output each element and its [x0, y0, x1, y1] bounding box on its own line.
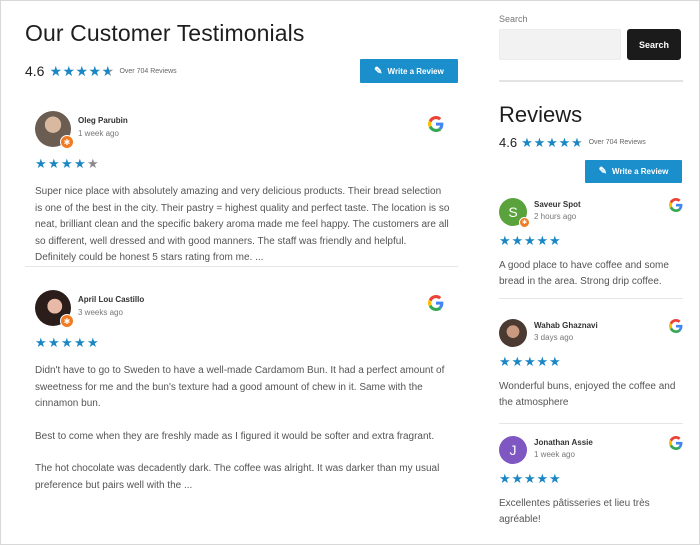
star-icon: ★ — [521, 135, 533, 150]
star-icon: ★ — [35, 156, 47, 171]
star-icon: ★ — [61, 156, 73, 171]
star-icon: ★ — [558, 135, 571, 150]
reviewer-name[interactable]: Jonathan Assie — [534, 438, 593, 447]
star-icon: ★ — [87, 335, 99, 350]
review-time: 1 week ago — [534, 450, 575, 459]
star-icon: ★ — [546, 135, 558, 150]
pencil-icon: ✎ — [374, 65, 383, 77]
review-paragraph: The hot chocolate was decadently dark. T… — [35, 463, 440, 491]
sidebar-average-rating: 4.6 — [499, 135, 518, 150]
star-icon: ★ — [48, 156, 60, 171]
avatar: ✱ — [35, 111, 74, 149]
write-review-label: Write a Review — [387, 66, 444, 76]
review-stars: ★ ★ ★ ★ ★ — [35, 336, 100, 349]
sidebar-review-divider — [499, 298, 683, 299]
review-text: Didn't have to go to Sweden to have a we… — [35, 363, 450, 494]
review-text: Wonderful buns, enjoyed the coffee and t… — [499, 381, 676, 408]
main-column: Our Customer Testimonials 4.6 ★ ★ ★ ★ ★ Over… — [25, 20, 458, 83]
star-icon: ★ — [62, 63, 76, 79]
page-title: Our Customer Testimonials — [25, 20, 305, 46]
star-icon: ★ — [549, 354, 561, 369]
reviewer-name[interactable]: Oleg Parubin — [78, 116, 128, 125]
star-icon: ★ — [74, 335, 86, 350]
star-icon: ★ — [61, 335, 73, 350]
google-icon[interactable] — [669, 436, 683, 450]
star-icon: ★ — [549, 233, 561, 248]
sidebar-review-count: Over 704 Reviews — [588, 139, 646, 146]
search-label: Search — [499, 14, 528, 24]
reviewer-name[interactable]: April Lou Castillo — [78, 295, 144, 304]
local-guide-badge-icon: ✱ — [60, 314, 74, 328]
review-stars: ★ ★ ★ ★ ★ — [499, 234, 562, 247]
rating-summary: 4.6 ★ ★ ★ ★ ★ Over 704 Reviews — [25, 63, 177, 79]
google-icon[interactable] — [428, 116, 444, 132]
write-review-label: Write a Review — [612, 167, 669, 176]
star-icon: ★ — [49, 63, 63, 79]
star-icon: ★ — [524, 471, 536, 486]
star-icon: ★ — [499, 233, 511, 248]
star-icon: ★ — [87, 156, 99, 171]
search-input[interactable] — [499, 29, 621, 60]
avatar — [499, 319, 527, 347]
review-paragraph: Best to come when they are freshly made … — [35, 430, 435, 442]
star-icon: ★ — [75, 63, 89, 79]
average-rating: 4.6 — [25, 63, 45, 79]
review-paragraph: Super nice place with absolutely amazing… — [35, 186, 450, 263]
sidebar-rating-summary: 4.6 ★ ★ ★ ★ ★ Over 704 Reviews — [499, 135, 646, 150]
reviewer-name[interactable]: Wahab Ghaznavi — [534, 321, 598, 330]
review-divider — [25, 266, 458, 267]
sidebar-divider — [499, 80, 683, 82]
star-icon: ★ — [511, 354, 524, 369]
avatar: ✱ — [35, 290, 74, 328]
star-icon: ★ — [571, 135, 583, 150]
google-icon[interactable] — [669, 198, 683, 212]
search-button[interactable]: Search — [627, 29, 681, 60]
star-icon: ★ — [536, 471, 549, 486]
avatar: S ✱ — [499, 198, 530, 228]
star-icon: ★ — [536, 233, 549, 248]
star-icon: ★ — [499, 354, 511, 369]
average-stars: ★ ★ ★ ★ ★ — [49, 64, 114, 78]
avatar-photo — [499, 319, 527, 347]
review-time: 3 days ago — [534, 333, 574, 342]
local-guide-badge-icon: ✱ — [519, 217, 530, 228]
star-icon: ★ — [48, 335, 60, 350]
pencil-icon: ✎ — [598, 166, 608, 177]
review-time: 2 hours ago — [534, 212, 577, 221]
star-icon: ★ — [536, 354, 549, 369]
star-icon: ★ — [524, 354, 536, 369]
review-stars: ★ ★ ★ ★ ★ — [35, 157, 100, 170]
avatar: J — [499, 436, 527, 464]
review-text: Excellentes pâtisseries et lieu très agr… — [499, 498, 650, 525]
star-icon: ★ — [101, 63, 115, 79]
star-icon: ★ — [524, 233, 536, 248]
star-icon: ★ — [511, 233, 524, 248]
star-icon: ★ — [533, 135, 546, 150]
star-icon: ★ — [35, 335, 47, 350]
review-time: 1 week ago — [78, 129, 119, 138]
star-icon: ★ — [499, 471, 511, 486]
star-icon: ★ — [511, 471, 524, 486]
review-text: Super nice place with absolutely amazing… — [35, 184, 450, 267]
star-icon: ★ — [74, 156, 86, 171]
sidebar-review-divider — [499, 423, 683, 424]
local-guide-badge-icon: ✱ — [60, 135, 74, 149]
sidebar-average-stars: ★ ★ ★ ★ ★ — [521, 136, 584, 149]
google-icon[interactable] — [428, 295, 444, 311]
reviewer-name[interactable]: Saveur Spot — [534, 200, 581, 209]
write-review-button[interactable]: ✎ Write a Review — [360, 59, 458, 83]
sidebar-title: Reviews — [499, 102, 583, 127]
review-stars: ★ ★ ★ ★ ★ — [499, 355, 562, 368]
star-icon: ★ — [549, 471, 561, 486]
avatar-initial: J — [499, 436, 527, 464]
google-icon[interactable] — [669, 319, 683, 333]
review-count: Over 704 Reviews — [119, 67, 177, 75]
review-time: 3 weeks ago — [78, 308, 123, 317]
review-text: A good place to have coffee and some bre… — [499, 260, 669, 287]
sidebar-write-review-button[interactable]: ✎ Write a Review — [585, 160, 682, 183]
star-icon: ★ — [88, 63, 102, 79]
review-paragraph: Didn't have to go to Sweden to have a we… — [35, 365, 445, 409]
review-stars: ★ ★ ★ ★ ★ — [499, 472, 562, 485]
